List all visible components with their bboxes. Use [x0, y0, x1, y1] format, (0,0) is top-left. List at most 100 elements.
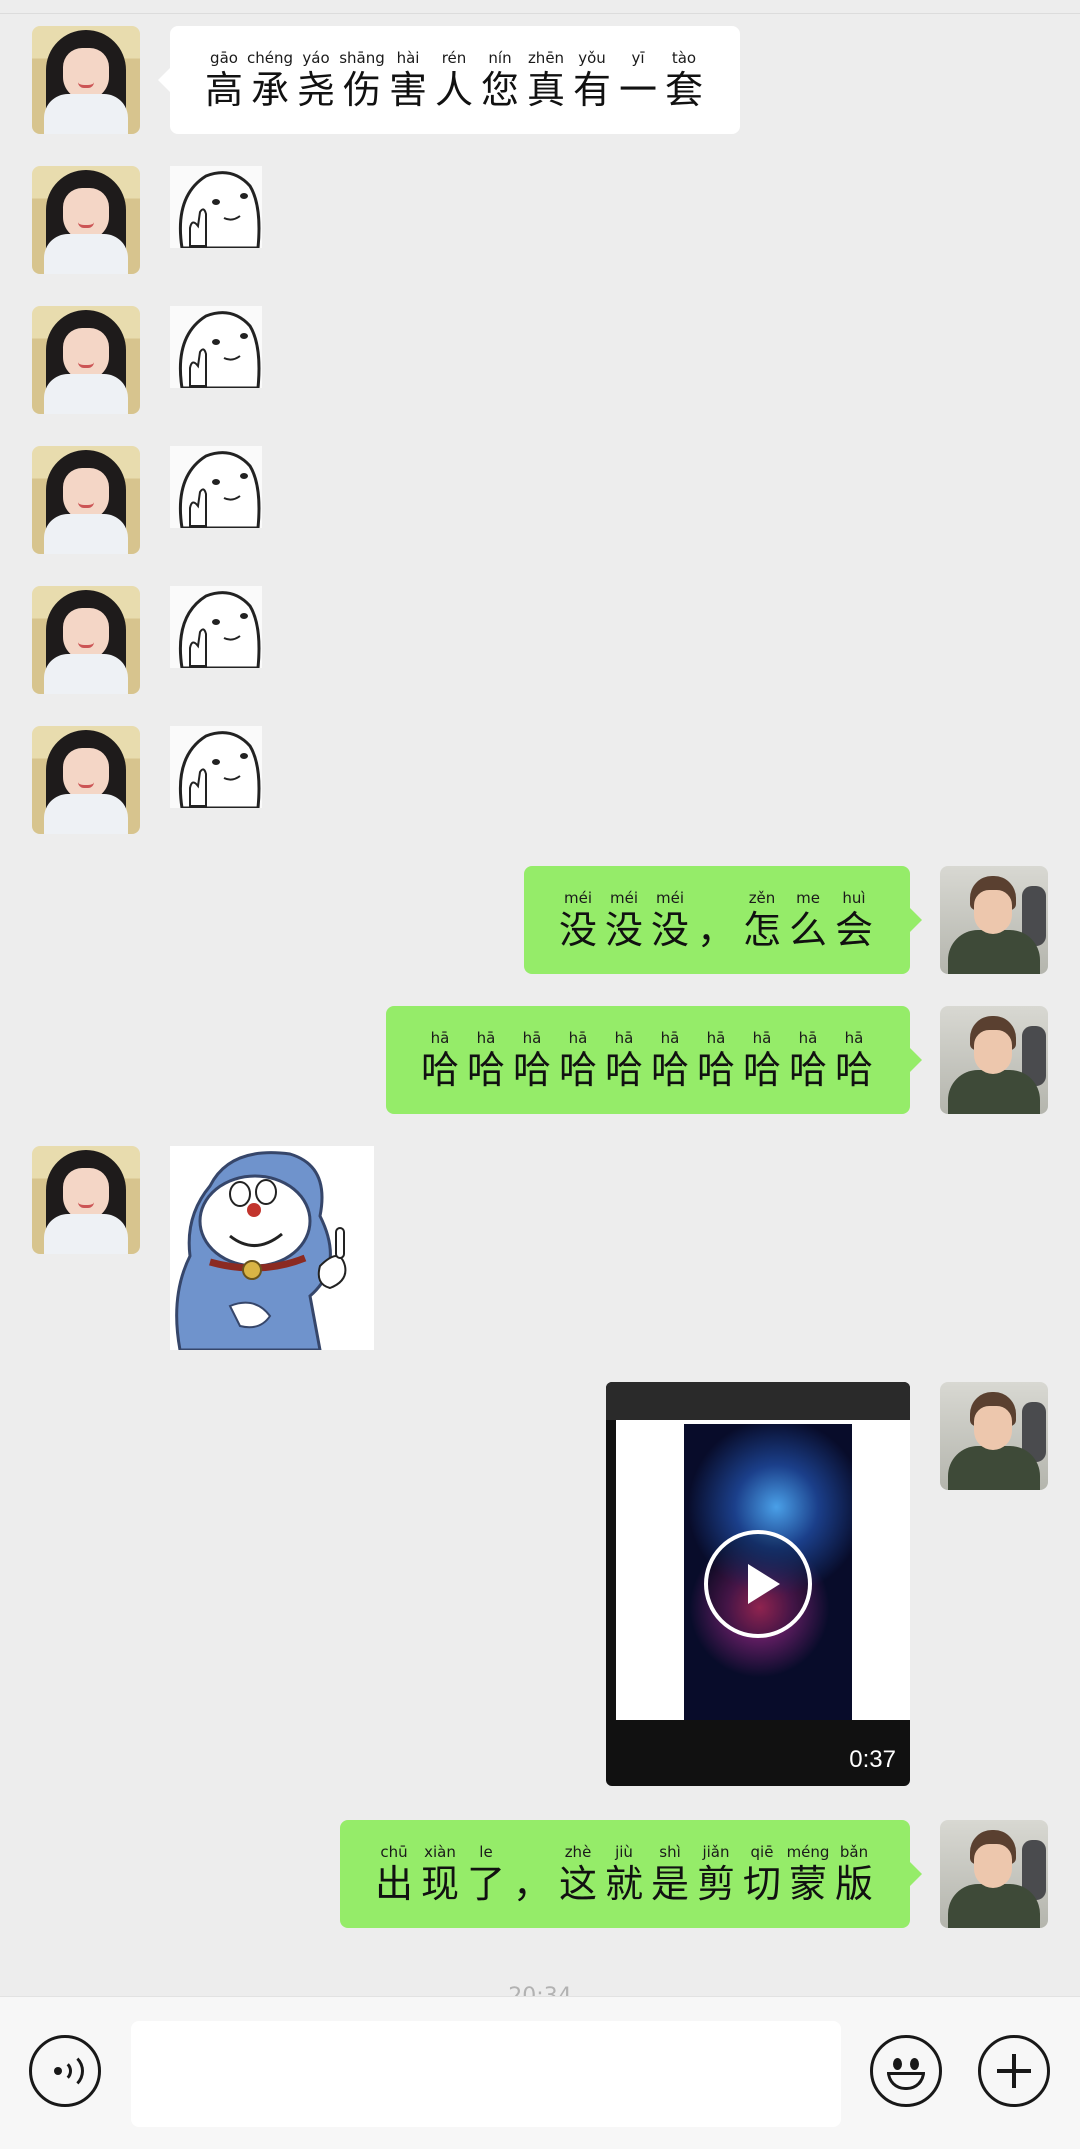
- hanzi-character: 害: [388, 68, 427, 112]
- hanzi-character: 哈: [420, 1048, 459, 1092]
- doodle-sticker-image: [178, 731, 261, 808]
- message-char: méi 没: [558, 888, 598, 952]
- hanzi-character: 哈: [834, 1048, 873, 1092]
- contact-avatar[interactable]: [32, 1146, 140, 1254]
- hanzi-character: ，: [512, 1862, 551, 1906]
- pinyin-label: hā: [522, 1029, 542, 1047]
- pinyin-label: le: [479, 1843, 493, 1861]
- self-avatar[interactable]: [940, 866, 1048, 974]
- hanzi-character: 没: [650, 908, 689, 952]
- hanzi-character: 哈: [604, 1048, 643, 1092]
- hanzi-character: 出: [374, 1862, 413, 1906]
- video-message[interactable]: 0:37: [606, 1382, 910, 1786]
- message-char: jiù 就: [604, 1842, 644, 1906]
- message-char: bǎn 版: [834, 1842, 874, 1906]
- hanzi-character: 了: [466, 1862, 505, 1906]
- message-char: méng 蒙: [787, 1842, 830, 1906]
- pinyin-label: hā: [614, 1029, 634, 1047]
- emoji-icon[interactable]: [870, 2035, 942, 2107]
- pinyin-label: yǒu: [578, 49, 606, 67]
- hanzi-character: 哈: [558, 1048, 597, 1092]
- pinyin-label: méi: [563, 889, 592, 907]
- contact-avatar[interactable]: [32, 26, 140, 134]
- self-avatar[interactable]: [940, 1382, 1048, 1490]
- message-input[interactable]: [131, 2021, 841, 2127]
- message-bubble-sent[interactable]: chū 出 xiàn 现 le 了， zhè 这 jiù 就 shì 是 jiǎn 剪 qiē 切 méng 蒙 b…: [340, 1820, 922, 1928]
- message-char: hā 哈: [696, 1028, 736, 1092]
- pinyin-label: qiē: [750, 1843, 774, 1861]
- contact-avatar[interactable]: [32, 446, 140, 554]
- pinyin-label: hā: [568, 1029, 588, 1047]
- message-text: chū 出 xiàn 现 le 了， zhè 这 jiù 就 shì 是 jiǎn 剪 qiē 切 méng 蒙 b…: [374, 1842, 874, 1906]
- hanzi-character: 真: [526, 68, 565, 112]
- message-bubble-sent[interactable]: méi 没 méi 没 méi 没， zěn 怎 me 么 huì 会: [524, 866, 922, 974]
- pinyin-label: me: [796, 889, 820, 907]
- sticker-message[interactable]: [170, 726, 262, 808]
- pinyin-label: hā: [752, 1029, 772, 1047]
- voice-input-icon[interactable]: [29, 2035, 101, 2107]
- message-char: méi 没: [650, 888, 690, 952]
- message-char: gāo 高: [204, 48, 244, 112]
- message-char: méi 没: [604, 888, 644, 952]
- sticker-message[interactable]: [170, 446, 262, 528]
- doodle-sticker-image: [178, 311, 261, 388]
- message-char: hā 哈: [834, 1028, 874, 1092]
- hanzi-character: ，: [696, 908, 735, 952]
- pinyin-label: zhè: [564, 1843, 592, 1861]
- contact-avatar[interactable]: [32, 586, 140, 694]
- sticker-message[interactable]: [170, 166, 262, 248]
- contact-avatar[interactable]: [32, 306, 140, 414]
- pinyin-label: shì: [659, 1843, 681, 1861]
- doodle-sticker-image: [178, 451, 261, 528]
- pinyin-label: chū: [380, 1843, 408, 1861]
- pinyin-label: shāng: [339, 49, 385, 67]
- pinyin-label: hā: [844, 1029, 864, 1047]
- contact-avatar[interactable]: [32, 166, 140, 274]
- message-char: hā 哈: [420, 1028, 460, 1092]
- pinyin-label: bǎn: [839, 1843, 869, 1861]
- message-char: qiē 切: [742, 1842, 782, 1906]
- sticker-message-large[interactable]: [170, 1146, 374, 1350]
- message-char: ，: [512, 1842, 552, 1906]
- hanzi-character: 切: [742, 1862, 781, 1906]
- message-bubble-received[interactable]: gāo 高 chéng 承 yáo 尧 shāng 伤 hài 害 rén 人 nín 您 zhēn 真 yǒu…: [158, 26, 740, 134]
- sticker-message[interactable]: [170, 586, 262, 668]
- pinyin-label: jiǎn: [702, 1843, 730, 1861]
- message-char: xiàn 现: [420, 1842, 460, 1906]
- message-char: yáo 尧: [296, 48, 336, 112]
- message-bubble-sent[interactable]: hā 哈 hā 哈 hā 哈 hā 哈 hā 哈 hā 哈 hā 哈 hā 哈 hā 哈 hā 哈: [386, 1006, 922, 1114]
- contact-avatar[interactable]: [32, 726, 140, 834]
- pinyin-label: huì: [842, 889, 866, 907]
- plus-icon[interactable]: [978, 2035, 1050, 2107]
- message-char: shāng 伤: [339, 48, 385, 112]
- pinyin-label: chéng: [247, 49, 294, 67]
- message-char: rén 人: [434, 48, 474, 112]
- pinyin-label: tào: [671, 49, 697, 67]
- hanzi-character: 您: [480, 68, 519, 112]
- chat-input-bar: [0, 1996, 1080, 2149]
- message-char: yī 一: [618, 48, 658, 112]
- message-char: shì 是: [650, 1842, 690, 1906]
- pinyin-label: méi: [655, 889, 684, 907]
- message-char: hā 哈: [512, 1028, 552, 1092]
- hanzi-character: 怎: [742, 908, 781, 952]
- pinyin-label: jiù: [615, 1843, 633, 1861]
- hanzi-character: 哈: [788, 1048, 827, 1092]
- hanzi-character: 伤: [342, 68, 381, 112]
- play-icon[interactable]: [704, 1530, 812, 1638]
- self-avatar[interactable]: [940, 1006, 1048, 1114]
- pinyin-label: yáo: [302, 49, 330, 67]
- pinyin-label: hā: [660, 1029, 680, 1047]
- message-char: hā 哈: [742, 1028, 782, 1092]
- message-char: chéng 承: [247, 48, 294, 112]
- message-char: zhè 这: [558, 1842, 598, 1906]
- hanzi-character: 哈: [742, 1048, 781, 1092]
- sticker-message[interactable]: [170, 306, 262, 388]
- hanzi-character: 承: [250, 68, 289, 112]
- self-avatar[interactable]: [940, 1820, 1048, 1928]
- hanzi-character: 剪: [696, 1862, 735, 1906]
- pinyin-label: rén: [441, 49, 467, 67]
- message-char: hā 哈: [650, 1028, 690, 1092]
- message-char: hài 害: [388, 48, 428, 112]
- hanzi-character: 人: [434, 68, 473, 112]
